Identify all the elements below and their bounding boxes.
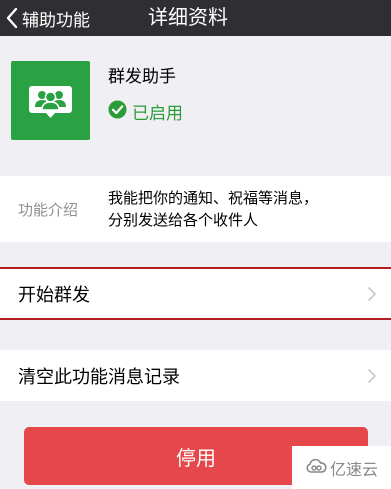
back-button-label: 辅助功能 <box>22 10 90 31</box>
chevron-right-icon <box>367 368 377 384</box>
chevron-right-icon <box>367 286 377 302</box>
watermark: 亿速云 <box>292 446 391 489</box>
group-people-icon <box>11 61 90 140</box>
check-circle-icon <box>108 100 127 123</box>
status-indicator: 已启用 <box>108 99 183 124</box>
clear-messages-row[interactable]: 清空此功能消息记录 <box>0 350 391 401</box>
status-label: 已启用 <box>132 104 183 124</box>
disable-button-label: 停用 <box>176 445 216 470</box>
intro-description: 我能把你的通知、祝福等消息， 分别发送给各个收件人 <box>108 187 378 231</box>
chevron-left-icon <box>4 6 20 30</box>
clear-messages-label: 清空此功能消息记录 <box>18 366 180 388</box>
cloud-logo-icon <box>305 458 327 478</box>
highlight-border-bottom <box>0 318 391 320</box>
feature-intro-card: 功能介绍 我能把你的通知、祝福等消息， 分别发送给各个收件人 <box>0 176 391 242</box>
intro-line-1: 我能把你的通知、祝福等消息， <box>108 189 319 207</box>
intro-line-2: 分别发送给各个收件人 <box>108 211 259 229</box>
intro-label: 功能介绍 <box>18 201 79 219</box>
back-button[interactable]: 辅助功能 <box>4 0 90 36</box>
app-name: 群发助手 <box>108 67 176 87</box>
watermark-text: 亿速云 <box>329 459 378 479</box>
highlight-border-top <box>0 267 391 269</box>
app-header: 群发助手 已启用 <box>0 36 391 167</box>
navigation-bar: 辅助功能 详细资料 <box>0 0 391 36</box>
start-broadcast-label: 开始群发 <box>18 285 90 306</box>
start-broadcast-row[interactable]: 开始群发 <box>0 268 391 320</box>
page-title: 详细资料 <box>148 5 228 29</box>
